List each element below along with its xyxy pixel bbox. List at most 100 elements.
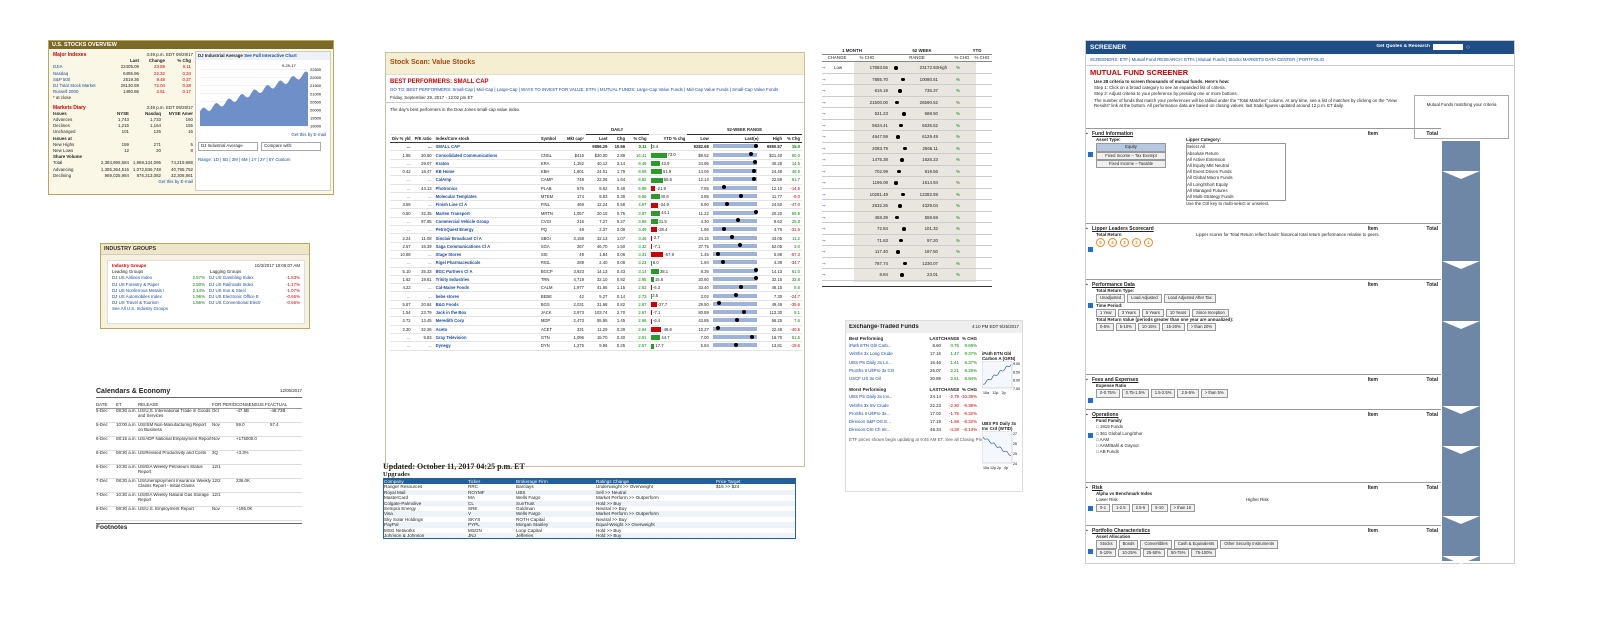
criteria-button[interactable]: 5-10%	[1115, 323, 1136, 332]
criteria-button[interactable]: 2.5-5	[1131, 503, 1150, 512]
screener-nav[interactable]: SCREENERS: ETF | Mutual Fund RESEARCH: E…	[1086, 54, 1514, 66]
criteria-button[interactable]: 15-20%	[1162, 323, 1185, 332]
stock-row[interactable]: 5.87 20.84 B&G Foods BGS 2,031 31.68 0.82 2.67 -…	[390, 300, 802, 310]
stock-cell[interactable]: SMALL CAP	[433, 142, 539, 152]
stock-row[interactable]: 3.59... Finish Line Cl A FINL 469 12.24 0.58 4…	[390, 200, 802, 210]
checkbox[interactable]	[1088, 152, 1093, 157]
stock-row[interactable]: 5.10 35.33 BGC Partners Cl A BGCP 3,923 14.13…	[390, 267, 802, 276]
stock-row[interactable]: 2.57 16.39 Saga Communications Cl A SGA 267 4…	[390, 242, 802, 251]
range-selector[interactable]: Range: 1D | 5D | 3M | 6M | 1Y | 2Y | 5Y …	[196, 155, 330, 165]
lipper-score-icon[interactable]: 1	[1144, 238, 1153, 248]
lipper-score-icon[interactable]: 3	[1120, 238, 1129, 248]
criteria-button[interactable]: Cash & Equivalents	[1173, 540, 1219, 549]
criteria-button[interactable]: Load Adjusted	[1127, 294, 1162, 303]
criteria-button[interactable]: 25-50%	[1142, 548, 1165, 557]
stock-row[interactable]: 1.95 30.60 Consolidated Communications CNSL…	[390, 150, 802, 160]
email-link[interactable]: Get this by E-mail	[53, 179, 193, 185]
stock-cell[interactable]: Gray Television	[433, 333, 539, 343]
criteria-button[interactable]: 1 Year	[1096, 308, 1116, 318]
criteria-button[interactable]: 5-10%	[1096, 548, 1117, 557]
lipper-leaders-section-header[interactable]: ▪ Lipper Leaders Scorecard Item Total	[1086, 223, 1441, 232]
stock-cell[interactable]: Molecular Templates	[433, 192, 539, 202]
etf-row[interactable]: iPath ETN Gbl Carb... 8.60 0.76 9.69%	[849, 342, 1019, 350]
search-icon[interactable]: ○	[1466, 44, 1470, 51]
risk-section-header[interactable]: ▪ Risk Item Total	[1086, 482, 1441, 491]
index-row[interactable]: Russell 2000 1490.86 2.51 0.17	[53, 89, 193, 95]
stock-cell[interactable]: CalAmp	[433, 175, 539, 185]
all-groups-link[interactable]: See All U.S. Industry Groups	[112, 306, 300, 312]
stock-row[interactable]: 0.42 18.47 KB Home KBH 1,901 24.01 1.79 8.06 51.…	[390, 167, 802, 177]
stock-row[interactable]: 1.54 23.79 Jack in the Box JACK 2,973 103.74 2…	[390, 308, 802, 318]
criteria-button[interactable]: 3 Years	[1117, 308, 1140, 318]
checkbox[interactable]	[1088, 247, 1093, 252]
stock-cell[interactable]: Stage Stores	[433, 250, 539, 260]
stock-row[interactable]: 1.62 19.81 Trinity Industries TRN 4,719 32.10…	[390, 275, 802, 285]
criteria-button[interactable]: 0.75-1.5%	[1121, 389, 1149, 398]
stock-row[interactable]: 2.30 32.26 Aceto ACET 331 11.29 0.29 2.64 -48.6 1…	[390, 325, 802, 334]
criteria-button[interactable]: 5 Years	[1141, 308, 1164, 318]
stock-row[interactable]: ...... CalAmp CAMP 748 22.06 1.64 6.82 55.6 12.1…	[390, 175, 802, 185]
stock-cell[interactable]: B&G Foods	[433, 300, 539, 310]
checkbox[interactable]	[1088, 549, 1093, 554]
lipper-score-icon[interactable]: 4	[1108, 238, 1117, 248]
stock-row[interactable]: ...... Rigel Pharmaceuticals RIGL 289 2.40 0.…	[390, 258, 802, 268]
stock-cell[interactable]: Consolidated Communications	[433, 150, 539, 160]
criteria-button[interactable]: > than 10	[1169, 503, 1196, 512]
stock-row[interactable]: 4.22... Cal-Maine Foods CALM 1,977 41.65 1.15…	[390, 283, 802, 293]
asset-type-option[interactable]: Fixed Income – Taxable	[1096, 159, 1166, 169]
stock-cell[interactable]: Photronics	[433, 184, 539, 193]
compare-select[interactable]: Compare with:	[261, 142, 321, 151]
stock-row[interactable]: ...... SMALL CAP 9886.29 10.66 0.11 3.4 8282.6…	[390, 142, 802, 152]
criteria-button[interactable]: 0-1	[1096, 503, 1111, 512]
lipper-score-icon[interactable]: 5	[1096, 238, 1105, 248]
full-chart-link[interactable]: See Full Interactive Chart	[244, 53, 297, 58]
lipper-score-icon[interactable]: 2	[1132, 238, 1141, 248]
stock-row[interactable]: ...... Molecular Templates MTEM 174 8.83 0.36…	[390, 192, 802, 202]
criteria-button[interactable]: > than 20%	[1186, 323, 1217, 332]
fund-information-section-header[interactable]: ▪ Fund Information Item Total	[1086, 128, 1441, 137]
stock-cell[interactable]: Finish Line Cl A	[433, 200, 539, 210]
criteria-button[interactable]: Load Adjusted After Tax	[1163, 294, 1216, 303]
criteria-button[interactable]: 50-75%	[1166, 548, 1190, 557]
stock-cell[interactable]: Dynegy	[433, 341, 539, 351]
criteria-button[interactable]: 10-15%	[1137, 323, 1161, 332]
criteria-button[interactable]: Bonds	[1118, 540, 1139, 549]
lipper-option[interactable]: All Multi-Strategy Funds	[1187, 194, 1285, 200]
section-title[interactable]: Fees and Expenses	[1092, 377, 1332, 383]
asset-type-option[interactable]: Fixed Income – Tax Exempt	[1096, 151, 1166, 160]
criteria-button[interactable]: > than 5%	[1200, 389, 1228, 398]
quote-input[interactable]	[1433, 44, 1463, 50]
criteria-button[interactable]: 1.5-2.5%	[1150, 389, 1176, 398]
fees-section-header[interactable]: ▪ Fees and Expenses Item Total	[1086, 374, 1441, 383]
stock-cell[interactable]: Marten Transport	[433, 208, 539, 218]
stock-cell[interactable]: Kraton	[433, 159, 539, 169]
criteria-button[interactable]: Since Inception	[1192, 308, 1229, 318]
chart-email-link[interactable]: Get this by E-mail	[196, 132, 330, 138]
section-title[interactable]: Operations	[1092, 412, 1332, 418]
lagger-name[interactable]: DJ US Conventional Electr	[209, 300, 279, 306]
stock-cell[interactable]: Sinclair Broadcast Cl A	[433, 233, 539, 243]
stock-cell[interactable]: Trinity Industries	[433, 275, 539, 285]
checkbox[interactable]	[1088, 433, 1093, 438]
lipper-listbox[interactable]: Select All Absolute Return All Active Exte…	[1186, 143, 1286, 202]
etf-row[interactable]: ProShs II UltPro 3x... 17.02 -1.75 -9.32%	[849, 410, 1019, 418]
goto-links[interactable]: GO TO: BEST PERFORMERS: Small-Cap | Mid-…	[386, 87, 804, 93]
asset-type-option[interactable]: Equity	[1096, 143, 1166, 152]
family-option[interactable]: □ AB Funds	[1096, 449, 1441, 455]
stock-cell[interactable]: KB Home	[433, 167, 539, 177]
criteria-button[interactable]: Other Security Instruments	[1220, 540, 1279, 549]
stock-cell[interactable]: Jack in the Box	[433, 308, 539, 318]
criteria-button[interactable]: 1-2.5	[1112, 503, 1130, 512]
stock-cell[interactable]: Commercial Vehicle Group	[433, 217, 539, 227]
criteria-button[interactable]: 75-100%	[1191, 548, 1217, 557]
checkbox[interactable]	[1088, 398, 1093, 403]
stock-cell[interactable]: Saga Communications Cl A	[433, 242, 539, 251]
performance-data-section-header[interactable]: ▪ Performance Data Item Total	[1086, 279, 1441, 288]
checkbox[interactable]	[1088, 506, 1093, 511]
stock-cell[interactable]: Aceto	[433, 325, 539, 334]
stock-cell[interactable]: Meredith Corp	[433, 316, 539, 326]
stock-row[interactable]: 0.50 32.35 Marten Transport MRTN 1,057 20.15 0…	[390, 208, 802, 218]
criteria-button[interactable]: 5-10	[1151, 503, 1168, 512]
portfolio-section-header[interactable]: ▪ Portfolio Characteristics Item Total	[1086, 525, 1441, 534]
criteria-button[interactable]: 0-5%	[1096, 323, 1114, 332]
